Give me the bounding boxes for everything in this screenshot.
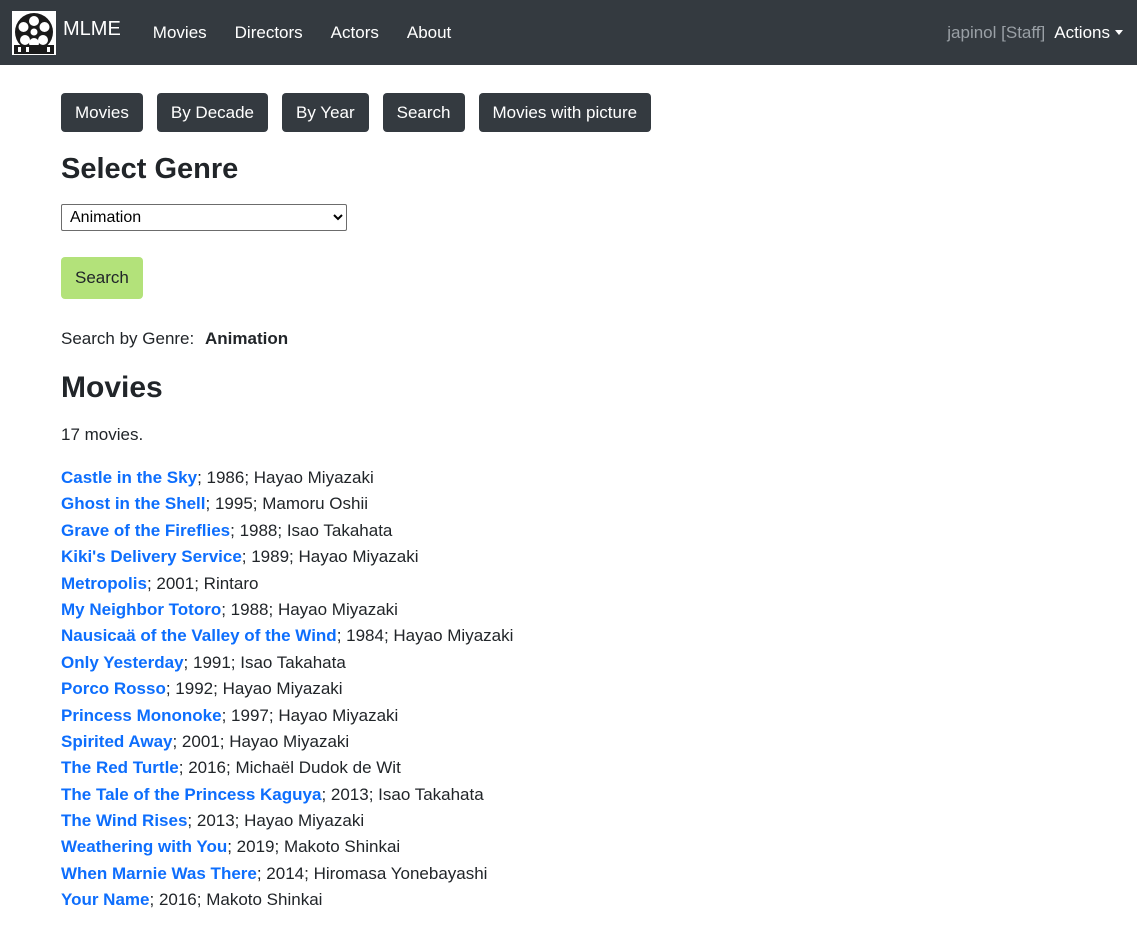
nav-link-about[interactable]: About — [393, 23, 465, 43]
main-nav: Movies Directors Actors About — [139, 23, 466, 43]
movie-details: ; 1984; Hayao Miyazaki — [336, 626, 514, 646]
movie-details: ; 1986; Hayao Miyazaki — [197, 468, 374, 487]
film-reel-icon — [12, 10, 56, 55]
movie-count: 17 movies. — [61, 425, 144, 444]
list-item: Only Yesterday; 1991; Isao Takahata — [61, 651, 1137, 677]
list-item: Your Name; 2016; Makoto Shinkai — [61, 888, 1137, 914]
user-area: japinol [Staff] Actions — [947, 23, 1123, 43]
user-label: japinol [Staff] — [947, 22, 1046, 42]
list-item: The Tale of the Princess Kaguya; 2013; I… — [61, 783, 1137, 809]
movie-title-link[interactable]: When Marnie Was There — [61, 864, 257, 883]
movie-title-link[interactable]: Kiki's Delivery Service — [61, 547, 242, 566]
movie-details: ; 2016; Michaël Dudok de Wit — [178, 758, 401, 778]
movie-details: ; 1992; Hayao Miyazaki — [165, 679, 343, 699]
movie-details: ; 2001; Rintaro — [146, 573, 259, 593]
nav-link-directors[interactable]: Directors — [221, 23, 317, 43]
list-item: Spirited Away; 2001; Hayao Miyazaki — [61, 730, 1137, 756]
subnav-movies-button[interactable]: Movies — [61, 93, 143, 132]
list-item: Metropolis; 2001; Rintaro — [61, 572, 1137, 598]
movie-title-link[interactable]: Metropolis — [61, 574, 147, 593]
movie-subnav: Movies By Decade By Year Search Movies w… — [61, 93, 1137, 132]
genre-select[interactable]: Animation — [61, 204, 347, 231]
caret-down-icon — [1115, 30, 1123, 35]
list-item: Nausicaä of the Valley of the Wind; 1984… — [61, 624, 1137, 650]
movie-title-link[interactable]: The Red Turtle — [61, 758, 179, 777]
main-content: Movies By Decade By Year Search Movies w… — [0, 93, 1137, 915]
movie-list: Castle in the Sky; 1986; Hayao Miyazaki G… — [61, 466, 1137, 915]
list-item: Ghost in the Shell; 1995; Mamoru Oshii — [61, 492, 1137, 518]
movie-details: ; 1989; Hayao Miyazaki — [241, 547, 419, 567]
movies-title: Movies — [61, 371, 163, 404]
list-item: My Neighbor Totoro; 1988; Hayao Miyazaki — [61, 598, 1137, 624]
subnav-by-year-button[interactable]: By Year — [282, 93, 369, 132]
movie-details: ; 2013; Isao Takahata — [321, 784, 484, 804]
list-item: Porco Rosso; 1992; Hayao Miyazaki — [61, 677, 1137, 703]
movie-details: ; 1991; Isao Takahata — [183, 652, 346, 672]
movie-details: ; 1997; Hayao Miyazaki — [221, 705, 399, 725]
movie-details: ; 2013; Hayao Miyazaki — [187, 811, 365, 831]
search-by-label: Search by Genre: — [61, 329, 195, 348]
movie-details: ; 2016; Makoto Shinkai — [149, 890, 323, 910]
movie-details: ; 1988; Hayao Miyazaki — [221, 599, 398, 619]
search-by-genre: Animation — [204, 329, 289, 348]
subnav-by-decade-button[interactable]: By Decade — [156, 93, 269, 132]
movie-title-link[interactable]: Princess Mononoke — [61, 706, 222, 725]
movie-title-link[interactable]: Grave of the Fireflies — [61, 521, 230, 540]
movie-title-link[interactable]: Castle in the Sky — [61, 468, 197, 487]
list-item: Kiki's Delivery Service; 1989; Hayao Miy… — [61, 545, 1137, 571]
brand-link[interactable]: MLME — [12, 10, 121, 55]
genre-search-button[interactable]: Search — [61, 257, 143, 299]
movie-title-link[interactable]: The Wind Rises — [61, 811, 187, 830]
movie-title-link[interactable]: The Tale of the Princess Kaguya — [61, 785, 321, 804]
movie-details: ; 1995; Mamoru Oshii — [205, 494, 369, 514]
list-item: Grave of the Fireflies; 1988; Isao Takah… — [61, 519, 1137, 545]
list-item: The Wind Rises; 2013; Hayao Miyazaki — [61, 809, 1137, 835]
list-item: Castle in the Sky; 1986; Hayao Miyazaki — [61, 466, 1137, 492]
subnav-movies-with-picture-button[interactable]: Movies with picture — [478, 93, 652, 132]
list-item: Weathering with You; 2019; Makoto Shinka… — [61, 835, 1137, 861]
top-navbar: MLME Movies Directors Actors About japin… — [0, 0, 1137, 65]
movie-details: ; 1988; Isao Takahata — [230, 520, 393, 540]
subnav-search-button[interactable]: Search — [382, 93, 465, 132]
list-item: When Marnie Was There; 2014; Hiromasa Yo… — [61, 862, 1137, 888]
movie-title-link[interactable]: My Neighbor Totoro — [61, 600, 221, 619]
movie-title-link[interactable]: Nausicaä of the Valley of the Wind — [61, 626, 337, 645]
movie-details: ; 2019; Makoto Shinkai — [227, 837, 401, 857]
search-summary: Search by Genre: Animation — [61, 329, 1137, 349]
list-item: Princess Mononoke; 1997; Hayao Miyazaki — [61, 704, 1137, 730]
nav-link-movies[interactable]: Movies — [139, 23, 221, 43]
actions-label[interactable]: Actions — [1054, 23, 1110, 43]
actions-dropdown[interactable]: Actions — [1054, 23, 1123, 43]
list-item: The Red Turtle; 2016; Michaël Dudok de W… — [61, 756, 1137, 782]
brand-name[interactable]: MLME — [63, 18, 121, 41]
movie-title-link[interactable]: Spirited Away — [61, 732, 172, 751]
movie-title-link[interactable]: Only Yesterday — [61, 653, 184, 672]
movie-title-link[interactable]: Ghost in the Shell — [61, 494, 206, 513]
movie-title-link[interactable]: Your Name — [61, 890, 150, 909]
select-genre-title: Select Genre — [61, 153, 239, 185]
nav-link-actors[interactable]: Actors — [317, 23, 393, 43]
movie-title-link[interactable]: Porco Rosso — [61, 679, 166, 698]
movie-details: ; 2014; Hiromasa Yonebayashi — [256, 863, 488, 883]
movie-details: ; 2001; Hayao Miyazaki — [172, 731, 350, 751]
movie-title-link[interactable]: Weathering with You — [61, 837, 227, 856]
